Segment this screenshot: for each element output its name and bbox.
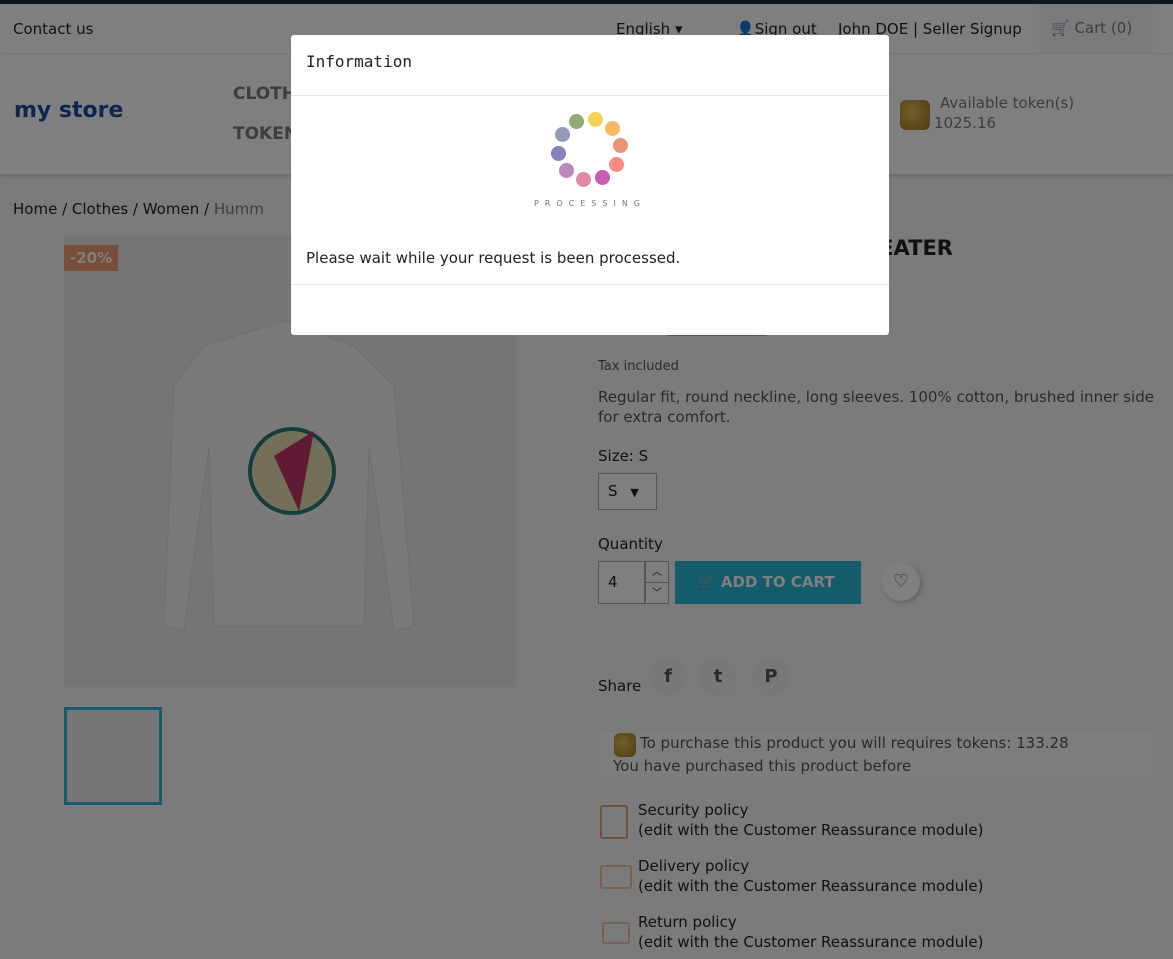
modal-title: Information — [291, 35, 889, 96]
modal-message: Please wait while your request is been p… — [306, 249, 681, 267]
spinner-dot — [559, 162, 575, 178]
spinner-dot — [612, 138, 628, 154]
spinner-dot — [604, 121, 620, 137]
processing-spinner-icon — [551, 111, 628, 188]
spinner-dot — [551, 145, 567, 161]
information-modal: Information PROCESSING Please wait while… — [291, 35, 889, 335]
spinner-dot — [588, 111, 604, 127]
spinner-dot — [575, 172, 591, 188]
spinner-dot — [608, 157, 624, 173]
spinner-label: PROCESSING — [533, 199, 647, 208]
spinner-dot — [555, 126, 570, 142]
modal-footer — [291, 284, 889, 285]
spinner-dot — [569, 113, 585, 129]
spinner-dot — [594, 170, 610, 186]
